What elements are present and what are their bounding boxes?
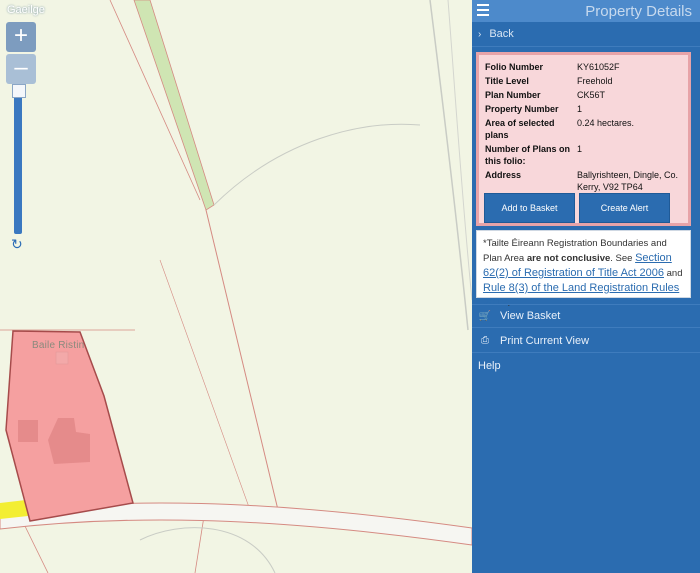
view-basket-label: View Basket — [500, 310, 561, 322]
boundary-line — [159, 259, 251, 511]
detail-key: Property Number — [485, 104, 559, 114]
boundary-line — [205, 209, 279, 511]
detail-key: Area of selected plans — [485, 118, 555, 140]
language-toggle-link[interactable]: Gaeilge — [7, 4, 45, 16]
detail-row-title-level: Title Level Freehold — [485, 75, 688, 89]
boundary-line — [21, 519, 49, 573]
zoom-slider-track[interactable] — [14, 84, 22, 234]
notice-mid: . See — [610, 253, 636, 264]
help-label: Help — [478, 360, 501, 372]
detail-row-address: Address Ballyrishteen, Dingle, Co. Kerry… — [485, 169, 688, 195]
notice-bold: are not conclusive — [526, 253, 611, 264]
zoom-slider-handle[interactable] — [12, 84, 26, 98]
hamburger-menu-icon[interactable] — [477, 4, 489, 19]
detail-value: 1 — [577, 144, 583, 154]
detail-value: CK56T — [577, 90, 606, 100]
cart-icon: 🛒 — [478, 310, 492, 322]
map-canvas[interactable] — [0, 0, 472, 573]
add-to-basket-button[interactable]: Add to Basket — [484, 193, 575, 223]
sidebar-header: Property Details — [472, 0, 700, 22]
refresh-icon[interactable]: ↻ — [11, 236, 23, 253]
back-label: Back — [489, 28, 514, 40]
detail-row-area: Area of selected plans 0.24 hectares. — [485, 117, 688, 143]
green-field-strip — [133, 0, 215, 211]
detail-value: Freehold — [577, 76, 613, 86]
create-alert-button[interactable]: Create Alert — [579, 193, 670, 223]
zoom-in-button[interactable]: + — [6, 22, 36, 52]
sidebar-panel: Property Details › Back Folio Number KY6… — [472, 0, 700, 573]
detail-actions: Add to Basket Create Alert — [484, 193, 670, 223]
place-name-label: Baile Ristin — [32, 340, 85, 351]
building — [18, 420, 38, 442]
sidebar-title: Property Details — [585, 3, 692, 20]
detail-key: Folio Number — [485, 62, 543, 72]
detail-row-plan-number: Plan Number CK56T — [485, 89, 688, 103]
track-line — [429, 0, 469, 331]
view-basket-button[interactable]: 🛒 View Basket — [472, 304, 700, 328]
printer-icon: ⎙ — [481, 335, 489, 346]
help-button[interactable]: Help — [472, 354, 700, 378]
print-view-label: Print Current View — [500, 334, 590, 347]
zoom-out-button[interactable]: – — [6, 54, 36, 84]
detail-row-property-number: Property Number 1 — [485, 103, 688, 117]
back-button[interactable]: › Back — [472, 22, 700, 47]
detail-value: KY61052F — [577, 62, 620, 72]
print-view-button[interactable]: ⎙ Print Current View — [472, 329, 700, 353]
notice-and: and — [664, 268, 683, 279]
detail-value: 1 — [577, 104, 583, 114]
track-line — [213, 123, 421, 206]
detail-value: 0.24 hectares. — [577, 118, 635, 128]
property-details-card: Folio Number KY61052F Title Level Freeho… — [476, 52, 691, 226]
chevron-right-icon: › — [478, 28, 482, 40]
detail-key: Address — [485, 170, 522, 180]
zoom-control: + – ↻ — [6, 22, 36, 252]
disclaimer-notice: *Tailte Éireann Registration Boundaries … — [476, 230, 691, 309]
detail-value: Ballyrishteen, Dingle, Co. Kerry, V92 TP… — [577, 170, 679, 192]
detail-key: Title Level — [485, 76, 529, 86]
building — [55, 351, 69, 365]
detail-row-folio: Folio Number KY61052F — [485, 61, 688, 75]
map-view[interactable]: Gaeilge + – ↻ Baile Ristin — [0, 0, 472, 573]
track-line — [139, 527, 276, 573]
detail-key: Plan Number — [485, 90, 541, 100]
detail-key: Number of Plans on this folio: — [485, 144, 571, 166]
detail-row-plan-count: Number of Plans on this folio: 1 — [485, 143, 688, 169]
highlighted-road-section — [0, 500, 28, 519]
